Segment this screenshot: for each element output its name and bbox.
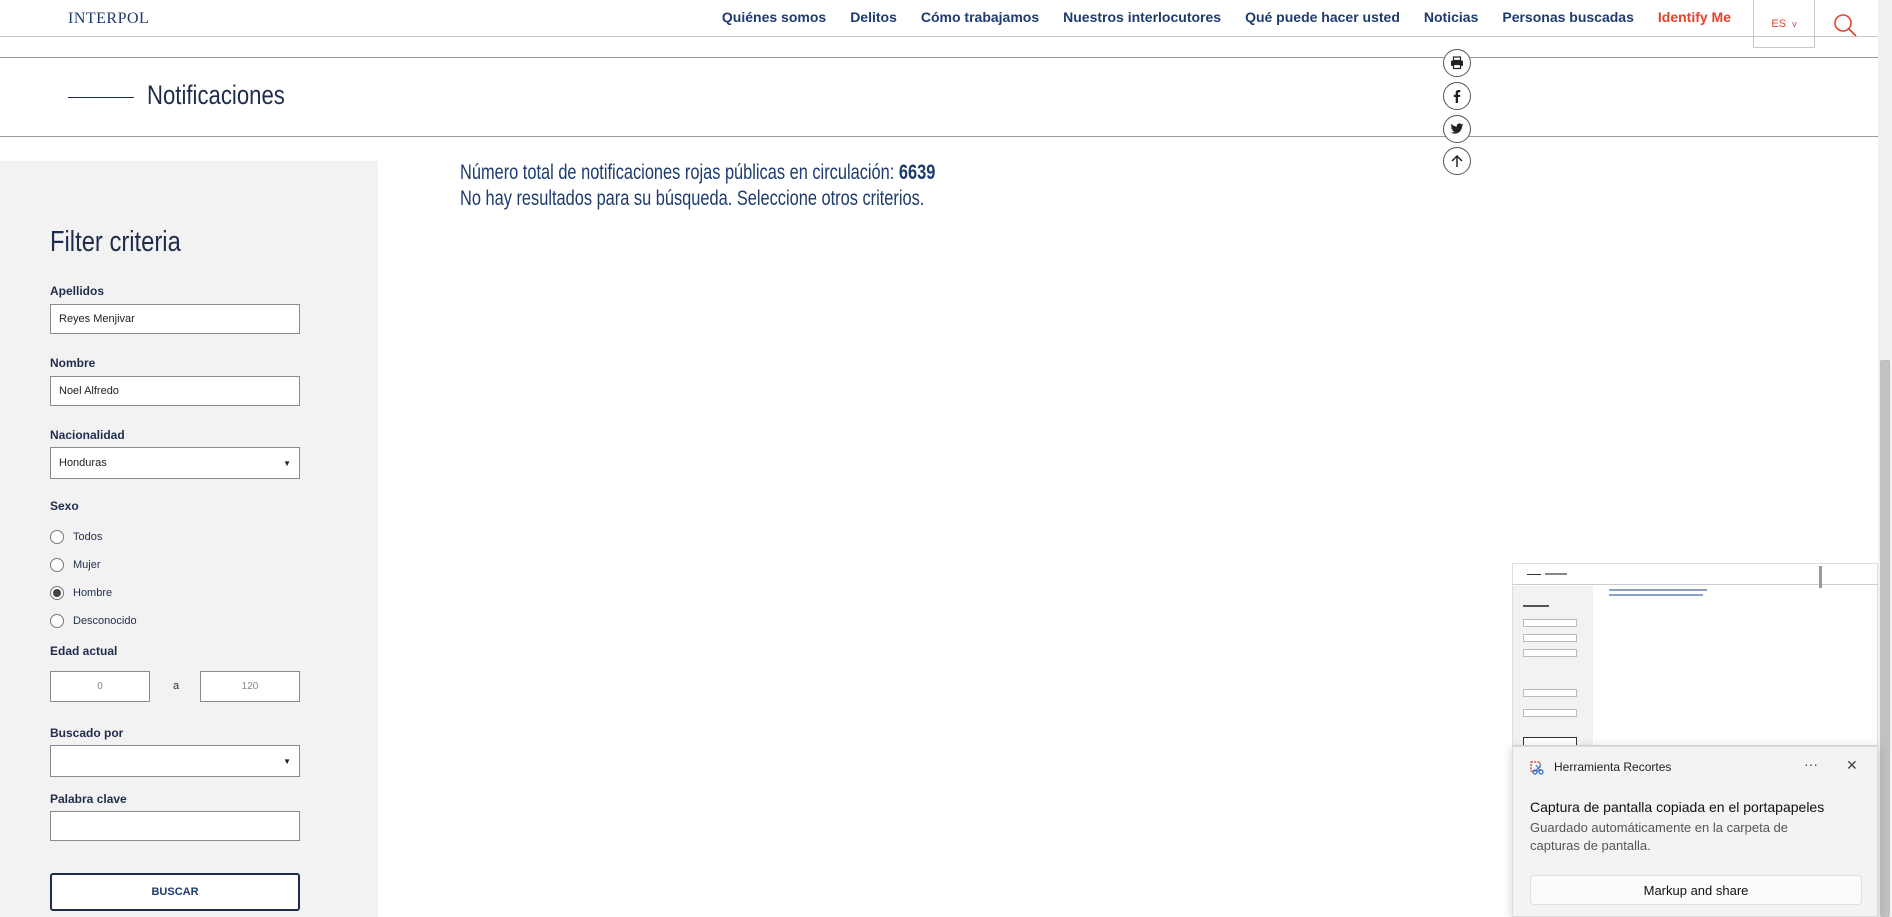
- scissors-icon: [1530, 761, 1544, 775]
- edad-max-input[interactable]: 120: [200, 671, 300, 702]
- preview-line: [1513, 584, 1877, 585]
- interpol-logo[interactable]: INTERPOL: [68, 10, 149, 28]
- nav-personas-buscadas[interactable]: Personas buscadas: [1502, 9, 1634, 25]
- print-button[interactable]: [1443, 49, 1471, 77]
- sexo-label: Sexo: [50, 499, 79, 513]
- language-selector[interactable]: ES v: [1753, 0, 1815, 48]
- preview-line: [1523, 649, 1577, 657]
- language-code: ES: [1771, 17, 1787, 30]
- title-dash: [68, 97, 134, 98]
- preview-line: [1523, 737, 1577, 745]
- nav-nuestros-interlocutores[interactable]: Nuestros interlocutores: [1063, 9, 1221, 25]
- radio-icon[interactable]: [50, 530, 64, 544]
- preview-line: [1523, 605, 1549, 607]
- edad-min-input[interactable]: 0: [50, 671, 150, 702]
- caret-down-icon: ▼: [283, 756, 291, 766]
- nav-links: Quiénes somos Delitos Cómo trabajamos Nu…: [722, 9, 1731, 25]
- nav-quienes-somos[interactable]: Quiénes somos: [722, 9, 826, 25]
- sexo-option-mujer[interactable]: Mujer: [50, 558, 101, 572]
- page-title: Notificaciones: [147, 80, 285, 110]
- buscado-por-label: Buscado por: [50, 726, 124, 740]
- radio-icon[interactable]: [50, 614, 64, 628]
- apellidos-label: Apellidos: [50, 284, 105, 298]
- nombre-value: Noel Alfredo: [59, 385, 119, 397]
- close-icon[interactable]: ✕: [1846, 757, 1858, 774]
- sexo-option-label: Mujer: [73, 559, 101, 571]
- edad-min-value: 0: [97, 681, 103, 692]
- filter-title: Filter criteria: [50, 226, 181, 258]
- nav-identify-me[interactable]: Identify Me: [1658, 9, 1731, 25]
- nombre-label: Nombre: [50, 356, 96, 370]
- preview-line: [1609, 589, 1707, 591]
- preview-line: [1523, 619, 1577, 627]
- notification-app-name: Herramienta Recortes: [1554, 760, 1672, 774]
- sexo-option-label: Hombre: [73, 587, 113, 599]
- buscado-por-select[interactable]: ▼: [50, 745, 300, 777]
- sexo-option-label: Desconocido: [73, 615, 137, 627]
- top-navigation: INTERPOL Quiénes somos Delitos Cómo trab…: [0, 0, 1892, 37]
- radio-icon[interactable]: [50, 558, 64, 572]
- title-top-divider: [0, 57, 1878, 58]
- notification-body: Guardado automáticamente en la carpeta d…: [1530, 820, 1789, 853]
- sexo-option-desconocido[interactable]: Desconocido: [50, 614, 137, 628]
- snipping-tool-notification: Herramienta Recortes ··· ✕ Captura de pa…: [1512, 746, 1878, 917]
- more-options-icon[interactable]: ···: [1804, 756, 1818, 772]
- sexo-option-todos[interactable]: Todos: [50, 530, 102, 544]
- palabra-clave-input[interactable]: [50, 811, 300, 841]
- preview-line: [1523, 689, 1577, 697]
- preview-line: [1523, 634, 1577, 642]
- apellidos-value: Reyes Menjivar: [59, 313, 135, 325]
- search-icon[interactable]: [1832, 12, 1858, 38]
- palabra-clave-label: Palabra clave: [50, 792, 127, 806]
- back-to-top-button[interactable]: [1443, 147, 1471, 175]
- notification-title: Captura de pantalla copiada en el portap…: [1530, 799, 1825, 815]
- markup-and-share-button[interactable]: Markup and share: [1530, 875, 1862, 905]
- sexo-option-hombre[interactable]: Hombre: [50, 586, 112, 600]
- facebook-icon: [1453, 90, 1461, 103]
- facebook-share-button[interactable]: [1443, 82, 1471, 110]
- edad-max-value: 120: [241, 681, 259, 692]
- arrow-up-icon: [1451, 154, 1463, 167]
- apellidos-input[interactable]: Reyes Menjivar: [50, 304, 300, 334]
- nav-noticias[interactable]: Noticias: [1424, 9, 1478, 25]
- preview-line: [1819, 566, 1822, 588]
- total-notices-line: Número total de notificaciones rojas púb…: [460, 161, 935, 185]
- header-divider: [0, 36, 1878, 37]
- title-bottom-divider: [0, 136, 1878, 137]
- print-icon: [1451, 56, 1463, 70]
- nacionalidad-select[interactable]: Honduras ▼: [50, 447, 300, 479]
- preview-line: [1545, 573, 1567, 575]
- preview-line: [1527, 574, 1541, 575]
- preview-sidebar: [1513, 586, 1593, 745]
- page-scrollbar-thumb[interactable]: [1880, 360, 1890, 917]
- edad-separator: a: [173, 680, 180, 692]
- twitter-icon: [1450, 123, 1464, 134]
- edad-label: Edad actual: [50, 644, 118, 658]
- screenshot-preview-thumbnail[interactable]: [1512, 563, 1878, 746]
- search-button[interactable]: BUSCAR: [50, 873, 300, 911]
- nacionalidad-value: Honduras: [59, 457, 107, 469]
- nav-delitos[interactable]: Delitos: [850, 9, 897, 25]
- nombre-input[interactable]: Noel Alfredo: [50, 376, 300, 406]
- radio-selected-icon[interactable]: [50, 586, 64, 600]
- no-results-message: No hay resultados para su búsqueda. Sele…: [460, 187, 925, 210]
- chevron-down-icon: v: [1792, 18, 1797, 29]
- total-notices-label: Número total de notificaciones rojas púb…: [460, 161, 895, 184]
- nav-como-trabajamos[interactable]: Cómo trabajamos: [921, 9, 1039, 25]
- total-notices-count: 6639: [898, 161, 936, 184]
- sexo-option-label: Todos: [73, 531, 103, 543]
- caret-down-icon: ▼: [283, 458, 291, 468]
- preview-line: [1523, 709, 1577, 717]
- preview-line: [1609, 594, 1703, 596]
- nav-que-puede-hacer[interactable]: Qué puede hacer usted: [1245, 9, 1400, 25]
- twitter-share-button[interactable]: [1443, 115, 1471, 143]
- nacionalidad-label: Nacionalidad: [50, 428, 125, 442]
